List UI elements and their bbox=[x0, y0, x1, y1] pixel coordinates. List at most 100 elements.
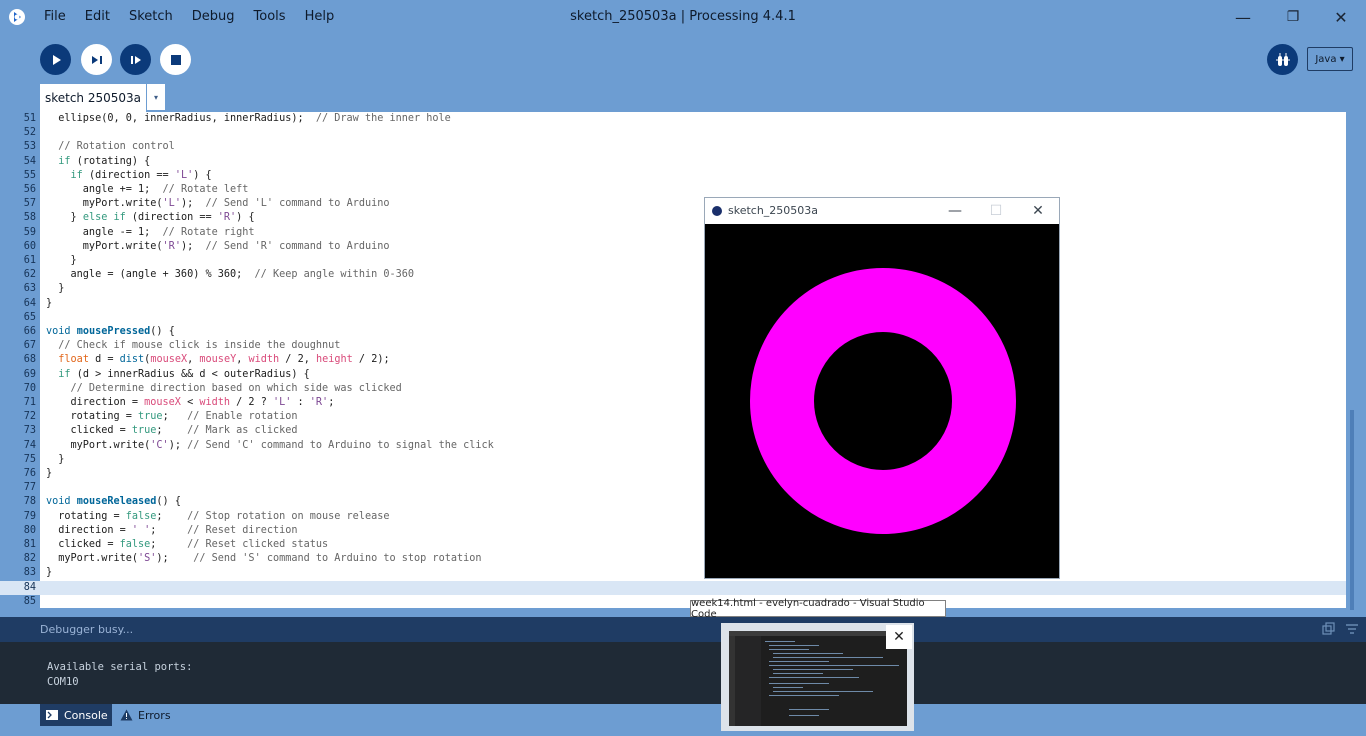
code-line[interactable]: 73 clicked = true; // Mark as clicked bbox=[0, 424, 1346, 438]
code-line[interactable]: 79 rotating = false; // Stop rotation on… bbox=[0, 510, 1346, 524]
sketch-minimize-button[interactable]: — bbox=[935, 198, 975, 224]
code-line[interactable]: 60 myPort.write('R'); // Send 'R' comman… bbox=[0, 240, 1346, 254]
preview-close-button[interactable]: ✕ bbox=[886, 625, 912, 649]
code-text: void mouseReleased() { bbox=[46, 495, 181, 509]
vscode-preview-thumbnail[interactable] bbox=[729, 631, 907, 726]
sketch-maximize-button: ☐ bbox=[989, 203, 1003, 219]
line-number: 60 bbox=[23, 240, 36, 252]
menu-help[interactable]: Help bbox=[305, 0, 344, 34]
code-line[interactable]: 74 myPort.write('C'); // Send 'C' comman… bbox=[0, 439, 1346, 453]
menu-edit[interactable]: Edit bbox=[85, 0, 119, 34]
code-token: void bbox=[46, 326, 71, 337]
editor-scrollbar[interactable] bbox=[1346, 112, 1366, 608]
code-line[interactable]: 67 // Check if mouse click is inside the… bbox=[0, 339, 1346, 353]
tab-console[interactable]: Console bbox=[40, 704, 112, 726]
code-line[interactable]: 59 angle -= 1; // Rotate right bbox=[0, 226, 1346, 240]
code-line[interactable]: 66 void mousePressed() { bbox=[0, 325, 1346, 339]
code-token: ; bbox=[156, 510, 188, 522]
code-line[interactable]: 84 bbox=[0, 580, 1346, 595]
code-text: } bbox=[46, 282, 64, 296]
maximize-button[interactable]: ❐ bbox=[1270, 0, 1316, 34]
code-text: rotating = false; // Stop rotation on mo… bbox=[46, 510, 389, 524]
menu-tools[interactable]: Tools bbox=[254, 0, 295, 34]
code-line[interactable]: 65 bbox=[0, 311, 1346, 325]
code-token: } bbox=[46, 297, 53, 309]
line-number: 68 bbox=[23, 354, 36, 366]
doughnut-graphic[interactable] bbox=[705, 224, 1059, 578]
run-button[interactable] bbox=[40, 44, 71, 75]
code-token: direction = bbox=[46, 524, 132, 536]
step-button[interactable] bbox=[120, 44, 151, 75]
menu-file[interactable]: File bbox=[44, 0, 75, 34]
code-line[interactable]: 52 bbox=[0, 126, 1346, 140]
sketch-close-button[interactable]: ✕ bbox=[1018, 198, 1058, 224]
code-line[interactable]: 85 bbox=[0, 595, 1346, 609]
code-token: myPort.write( bbox=[46, 439, 151, 451]
copy-icon[interactable] bbox=[1322, 622, 1336, 636]
code-line[interactable]: 58 } else if (direction == 'R') { bbox=[0, 211, 1346, 225]
code-line[interactable]: 77 bbox=[0, 481, 1346, 495]
debugger-button[interactable] bbox=[1267, 44, 1298, 75]
line-number: 73 bbox=[23, 425, 36, 437]
code-line[interactable]: 64} bbox=[0, 297, 1346, 311]
code-text: myPort.write('S'); // Send 'S' command t… bbox=[46, 552, 481, 566]
code-line[interactable]: 55 if (direction == 'L') { bbox=[0, 169, 1346, 183]
code-token: } bbox=[46, 468, 53, 479]
code-line[interactable]: 68 float d = dist(mouseX, mouseY, width … bbox=[0, 353, 1346, 367]
code-line[interactable]: 72 rotating = true; // Enable rotation bbox=[0, 410, 1346, 424]
line-number: 78 bbox=[23, 496, 36, 508]
code-token: dist bbox=[119, 354, 145, 366]
code-line[interactable]: 70 // Determine direction based on which… bbox=[0, 382, 1346, 396]
sketch-window-title: sketch_250503a bbox=[728, 204, 819, 217]
code-token: // Send 'C' command to Arduino to signal… bbox=[187, 439, 494, 451]
tab-errors[interactable]: Errors bbox=[120, 704, 171, 726]
tab-sketch[interactable]: sketch 250503a bbox=[40, 84, 146, 112]
code-text: } bbox=[46, 467, 52, 481]
code-token: width bbox=[199, 397, 231, 408]
code-line[interactable]: 69 if (d > innerRadius && d < outerRadiu… bbox=[0, 368, 1346, 382]
line-number: 83 bbox=[23, 567, 36, 579]
close-button[interactable]: ✕ bbox=[1318, 0, 1364, 34]
doughnut-ring[interactable] bbox=[750, 268, 1016, 534]
mode-selector[interactable]: Java ▾ bbox=[1307, 47, 1353, 71]
code-token: ; bbox=[156, 425, 188, 437]
present-button[interactable] bbox=[81, 44, 112, 75]
stop-button[interactable] bbox=[160, 44, 191, 75]
code-line[interactable]: 71 direction = mouseX < width / 2 ? 'L' … bbox=[0, 396, 1346, 410]
code-line[interactable]: 76} bbox=[0, 467, 1346, 481]
minimize-button[interactable]: — bbox=[1220, 0, 1266, 34]
menu-sketch[interactable]: Sketch bbox=[129, 0, 182, 34]
code-line[interactable]: 75 } bbox=[0, 453, 1346, 467]
code-line[interactable]: 78 void mouseReleased() { bbox=[0, 495, 1346, 509]
code-token: , bbox=[236, 354, 249, 366]
clear-console-icon[interactable] bbox=[1345, 622, 1359, 636]
code-line[interactable]: 83} bbox=[0, 566, 1346, 580]
code-token: if bbox=[58, 155, 71, 167]
line-number: 77 bbox=[23, 482, 36, 494]
code-token: ); bbox=[156, 553, 194, 565]
code-line[interactable]: 63 } bbox=[0, 282, 1346, 296]
code-token: else if bbox=[82, 212, 126, 224]
code-line[interactable]: 51 ellipse(0, 0, innerRadius, innerRadiu… bbox=[0, 112, 1346, 126]
code-line[interactable]: 81 clicked = false; // Reset clicked sta… bbox=[0, 538, 1346, 552]
code-line[interactable]: 53 // Rotation control bbox=[0, 140, 1346, 154]
code-token: 'L' bbox=[174, 169, 194, 181]
code-line[interactable]: 61 } bbox=[0, 254, 1346, 268]
code-line[interactable]: 57 myPort.write('L'); // Send 'L' comman… bbox=[0, 197, 1346, 211]
menu-debug[interactable]: Debug bbox=[192, 0, 244, 34]
code-token: if bbox=[58, 368, 71, 380]
code-token: } bbox=[46, 567, 53, 579]
code-text: } bbox=[46, 297, 52, 311]
sketch-canvas[interactable] bbox=[705, 224, 1059, 578]
code-line[interactable]: 62 angle = (angle + 360) % 360; // Keep … bbox=[0, 268, 1346, 282]
code-line[interactable]: 54 if (rotating) { bbox=[0, 155, 1346, 169]
tab-menu-button[interactable]: ▾ bbox=[146, 84, 165, 110]
code-line[interactable]: 82 myPort.write('S'); // Send 'S' comman… bbox=[0, 552, 1346, 566]
code-line[interactable]: 56 angle += 1; // Rotate left bbox=[0, 183, 1346, 197]
code-line[interactable]: 80 direction = ' '; // Reset direction bbox=[0, 524, 1346, 538]
code-token: // Reset clicked status bbox=[187, 539, 329, 550]
editor-scroll-thumb[interactable] bbox=[1350, 410, 1354, 610]
code-token: ellipse(0, 0, innerRadius, innerRadius); bbox=[46, 113, 316, 124]
code-text: // Check if mouse click is inside the do… bbox=[46, 339, 340, 353]
